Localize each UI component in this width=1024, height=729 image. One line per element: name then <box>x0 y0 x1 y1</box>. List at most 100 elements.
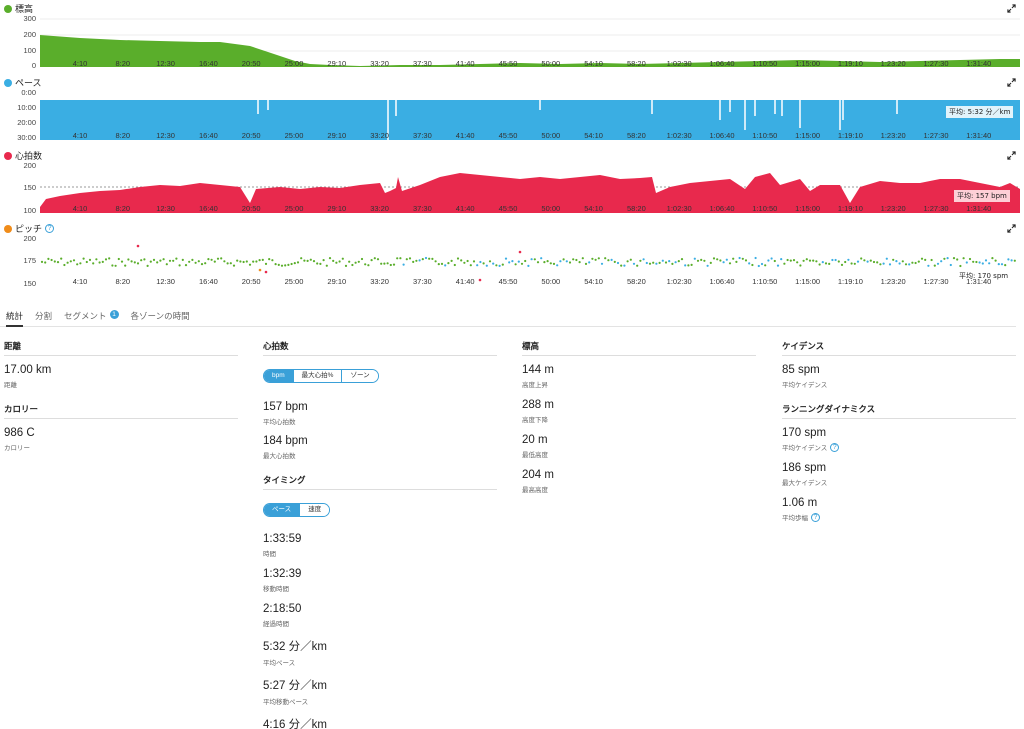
cadence-label: 平均ケイデンス <box>782 382 828 389</box>
cadence-point <box>354 261 357 264</box>
cadence-point <box>812 259 815 262</box>
toggle-speed[interactable]: 速度 <box>299 504 330 516</box>
cadence-point <box>402 263 405 266</box>
cadence-point <box>303 259 306 262</box>
cadence-point <box>264 262 268 265</box>
cadence-point <box>895 260 898 263</box>
toggle-pace[interactable]: ペース <box>264 504 300 516</box>
y-tick-label: 100 <box>23 46 36 55</box>
cadence-point <box>325 264 328 267</box>
cadence-point <box>956 258 959 261</box>
cadence-point <box>127 258 130 261</box>
x-tick-label: 29:10 <box>327 59 347 68</box>
cadence-value: 85 spm <box>782 364 820 376</box>
cadence-point <box>652 261 655 264</box>
expand-icon[interactable] <box>1007 224 1016 233</box>
cadence-point <box>604 257 607 260</box>
cadence-point <box>751 263 754 267</box>
cadence-point <box>63 263 66 267</box>
cadence-point <box>408 257 412 260</box>
x-tick-label: 1:10:50 <box>752 59 778 68</box>
stat-item: 204 m 最高高度 <box>522 469 756 494</box>
tab-stats[interactable]: 統計 <box>6 310 24 327</box>
cadence-point <box>844 260 847 264</box>
cadence-point <box>869 259 872 262</box>
x-tick-label: 1:06:40 <box>709 277 735 286</box>
elevation-plot[interactable] <box>40 16 1020 68</box>
cadence-point <box>949 263 952 267</box>
y-tick-label: 10:00 <box>17 103 36 112</box>
stat-label: 時間 <box>263 551 276 558</box>
help-icon[interactable]: ? <box>811 512 820 522</box>
cadence-point <box>655 262 658 265</box>
cadence-point <box>296 261 300 264</box>
cadence-point <box>786 258 789 262</box>
cadence-point <box>860 257 863 260</box>
x-tick-label: 50:00 <box>541 277 561 286</box>
tab-zone-time[interactable]: 各ゾーンの時間 <box>131 310 190 327</box>
cadence-point <box>287 263 290 266</box>
cadence-point <box>482 262 485 265</box>
x-tick-label: 1:15:00 <box>795 59 821 68</box>
cadence-point <box>808 259 812 262</box>
y-tick-label: 200 <box>23 30 36 39</box>
cadence-point <box>152 258 156 261</box>
cadence-point <box>914 261 917 265</box>
x-tick-label: 58:20 <box>627 131 646 140</box>
x-tick-label: 37:30 <box>413 204 432 213</box>
cadence-point <box>943 257 946 260</box>
toggle-zone[interactable]: ゾーン <box>341 370 378 382</box>
expand-icon[interactable] <box>1007 78 1016 87</box>
cadence-point <box>1004 264 1007 267</box>
cadence-point <box>636 264 639 267</box>
pace-chart: ペース 0:00 10:00 20:00 30:00 平均: 5:32 分／km… <box>0 74 1024 146</box>
expand-icon[interactable] <box>1007 151 1016 160</box>
distance-section-title: 距離 <box>4 340 238 356</box>
segments-count-badge: 1 <box>109 310 119 319</box>
toggle-bpm[interactable]: bpm <box>264 370 293 382</box>
tab-segments[interactable]: セグメント 1 <box>64 310 119 327</box>
cadence-point <box>920 257 924 260</box>
elevation-chart: 標高 300 200 100 0 4:10 8:20 12:30 16:40 20:50… <box>0 0 1024 72</box>
pace-plot[interactable] <box>40 90 1020 140</box>
heart-rate-plot[interactable] <box>40 163 1020 213</box>
cadence-point <box>866 260 869 263</box>
cadence-plot[interactable] <box>40 236 1020 286</box>
x-tick-label: 1:27:30 <box>923 131 949 140</box>
cadence-point <box>559 260 562 263</box>
help-icon[interactable]: ? <box>830 442 840 452</box>
x-tick-label: 1:31:40 <box>966 277 992 286</box>
stat-label: 平均ペース <box>263 660 296 667</box>
expand-icon[interactable] <box>1007 4 1016 13</box>
x-tick-label: 1:15:00 <box>795 131 821 140</box>
x-tick-label: 1:23:20 <box>880 59 906 68</box>
cadence-point <box>120 260 124 263</box>
x-tick-label: 41:40 <box>455 204 475 213</box>
cadence-point <box>626 260 629 263</box>
cadence-point <box>997 263 1000 266</box>
tab-splits[interactable]: 分割 <box>35 310 52 327</box>
cadence-stat: 85 spm 平均ケイデンス <box>782 364 1016 389</box>
cadence-point <box>488 260 492 263</box>
x-tick-label: 45:50 <box>498 204 518 213</box>
cadence-point <box>236 259 239 262</box>
cadence-point <box>424 256 428 260</box>
cadence-point <box>524 259 527 263</box>
heart-rate-average-label: 平均: 157 bpm <box>954 190 1010 202</box>
cadence-point <box>623 264 626 267</box>
toggle-max-hr-percent[interactable]: 最大心拍% <box>292 370 342 382</box>
cadence-point <box>594 258 597 261</box>
stat-value: 1.06 m <box>782 497 818 509</box>
cadence-point <box>405 258 408 261</box>
x-tick-label: 33:20 <box>370 204 389 213</box>
cadence-point <box>255 260 258 263</box>
cadence-point <box>463 261 466 264</box>
x-tick-label: 1:02:30 <box>666 277 692 286</box>
cadence-point <box>709 261 712 264</box>
cadence-point <box>271 259 274 262</box>
cadence-point <box>901 260 904 263</box>
help-icon[interactable]: ? <box>45 224 55 233</box>
y-tick-label: 200 <box>23 234 36 243</box>
cadence-point <box>338 260 341 263</box>
x-tick-label: 41:40 <box>455 59 475 68</box>
